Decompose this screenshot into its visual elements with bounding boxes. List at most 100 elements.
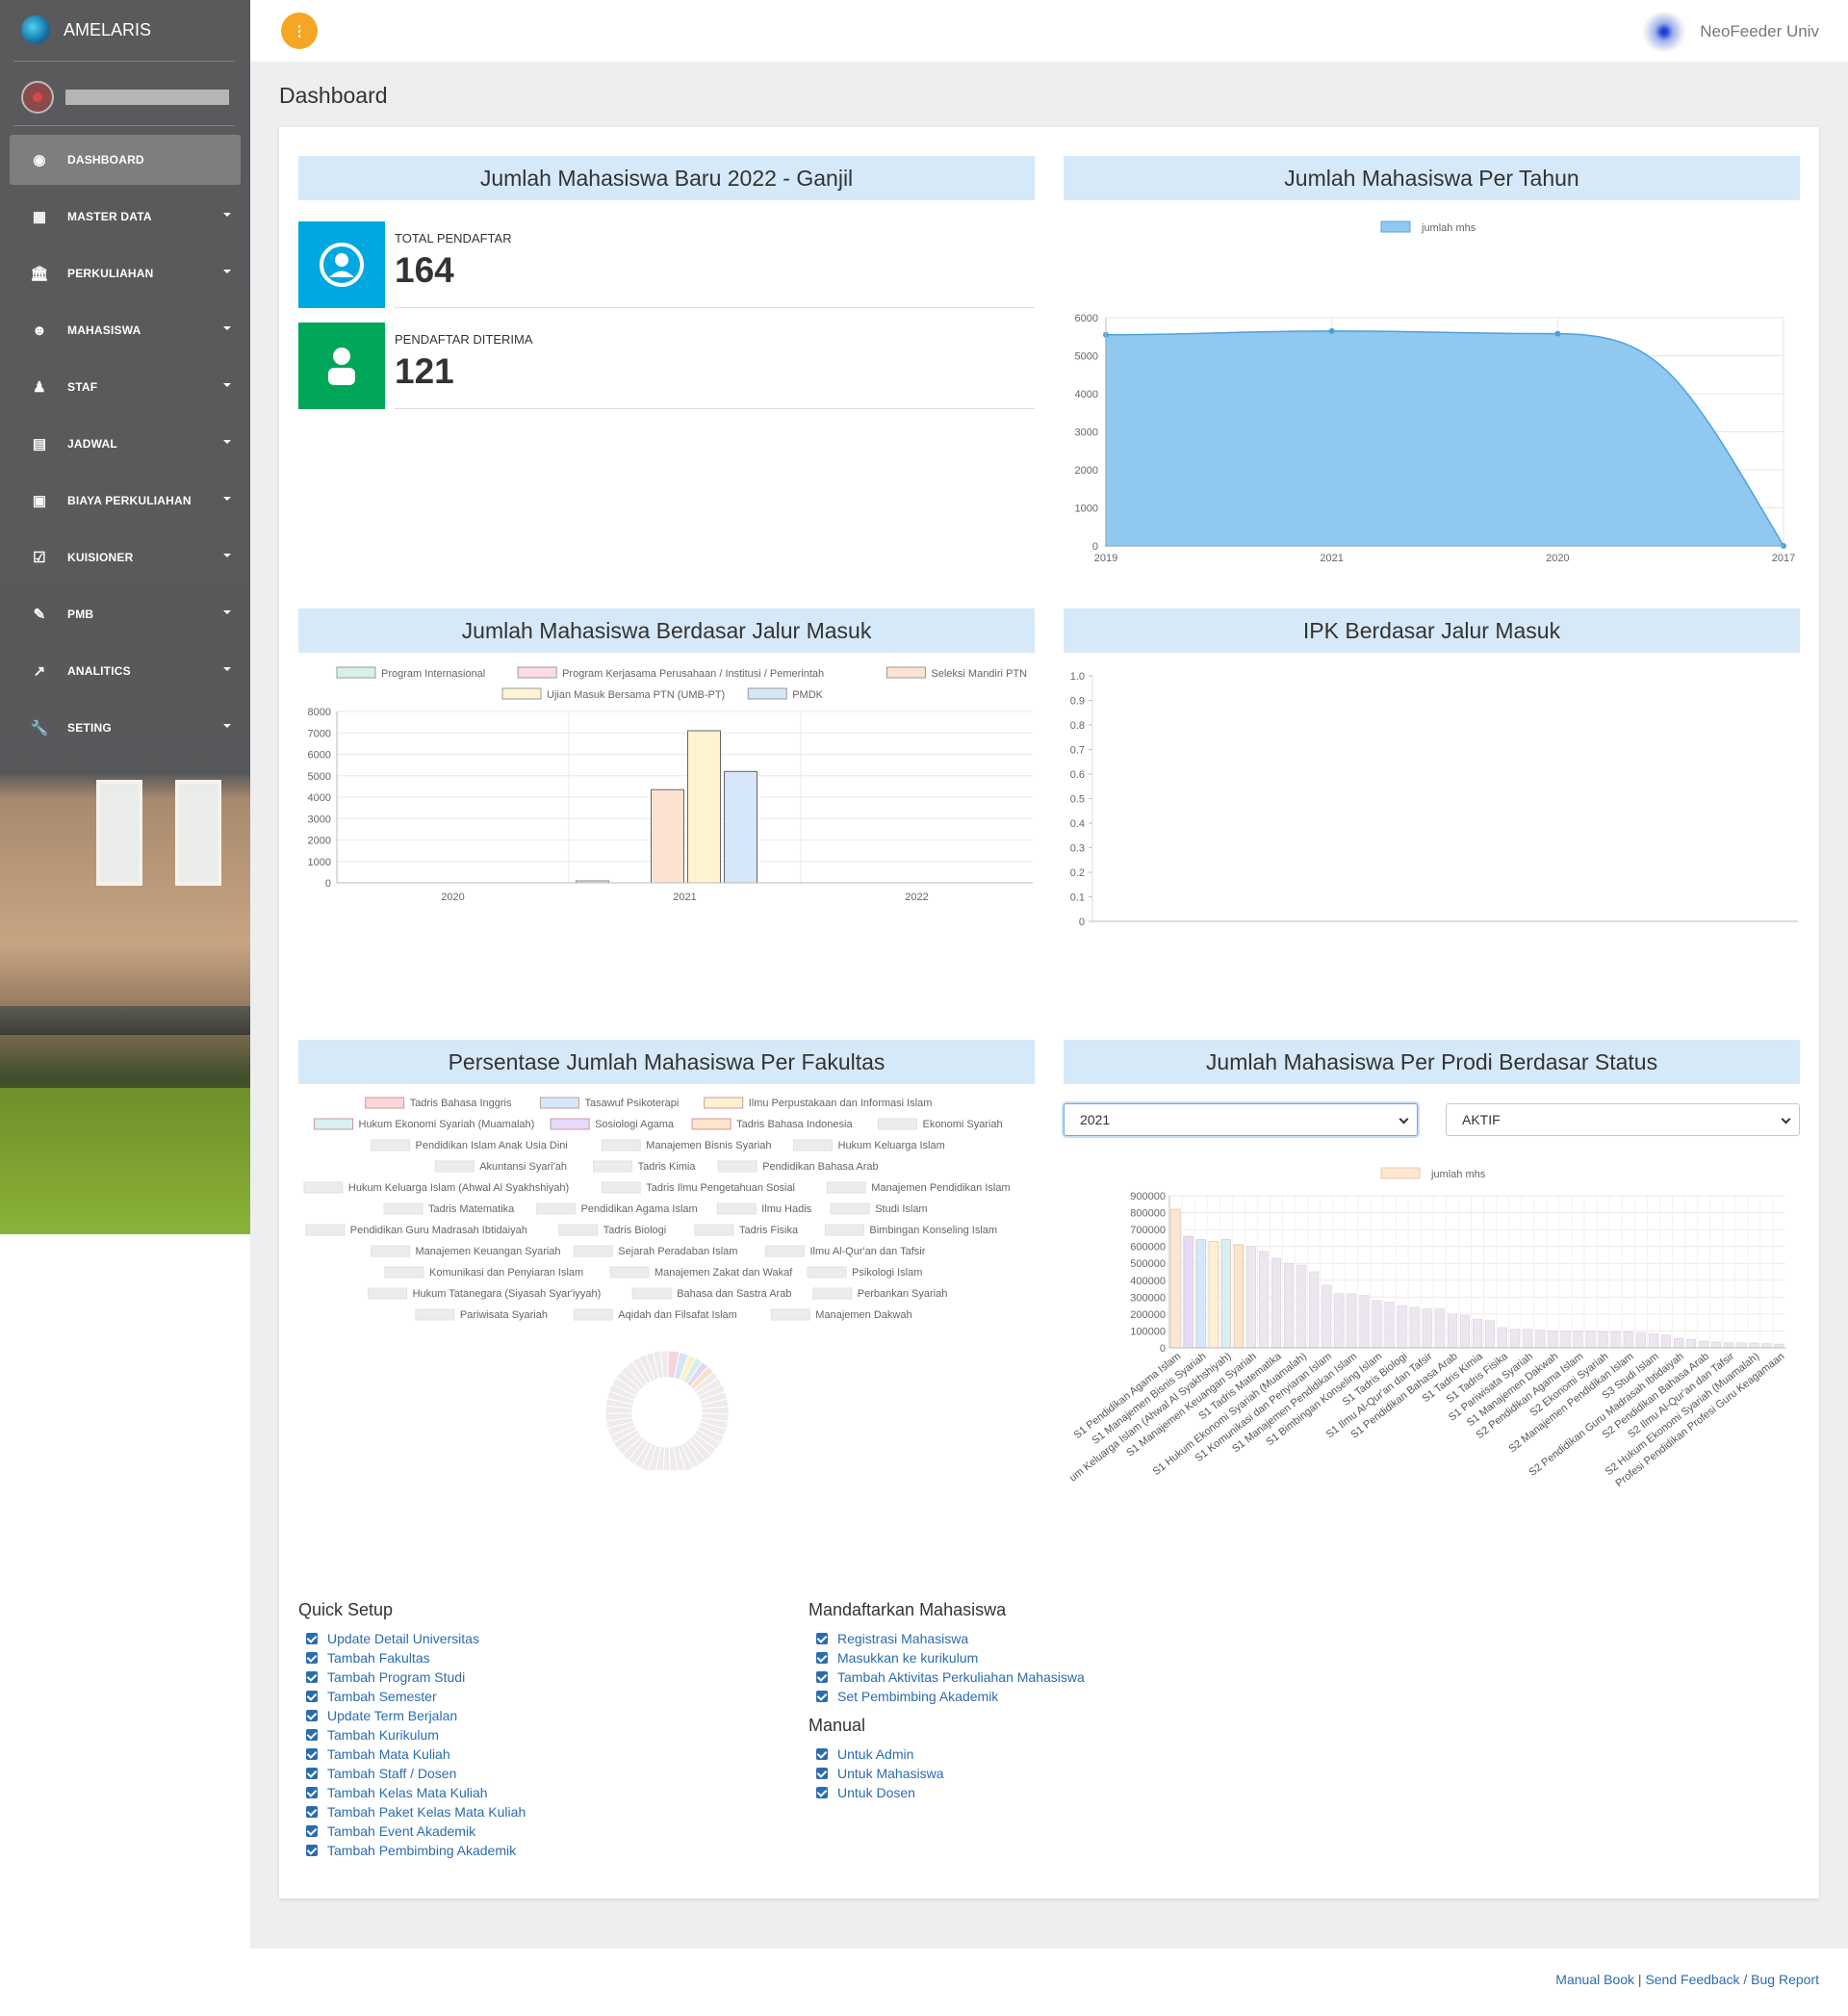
manual-book-link[interactable]: Manual Book [1555, 1972, 1634, 1987]
legend-label: Pendidikan Guru Madrasah Ibtidaiyah [350, 1225, 527, 1236]
quick_setup-link[interactable]: Tambah Staff / Dosen [306, 1764, 526, 1783]
legend-swatch [415, 1308, 455, 1321]
sidebar-item-perkuliahan[interactable]: 🏛 PERKULIAHAN [10, 248, 241, 298]
sidebar-item-analitics[interactable]: ↗ ANALITICS [10, 646, 241, 696]
photo-bench [0, 1006, 250, 1035]
bar [1220, 1239, 1231, 1349]
quick_setup-link[interactable]: Update Detail Universitas [306, 1629, 526, 1648]
y-tick-label: 3000 [1075, 427, 1098, 439]
legend-swatch [314, 1118, 353, 1130]
y-tick-label: 2000 [1075, 465, 1098, 477]
y-tick-label: 400000 [1130, 1276, 1166, 1287]
panel-title-new-students: Jumlah Mahasiswa Baru 2022 - Ganjil [298, 156, 1035, 200]
sidebar-item-biaya-perkuliahan[interactable]: ▣ BIAYA PERKULIAHAN [10, 476, 241, 526]
legend-swatch [558, 1224, 599, 1236]
sidebar-item-seting[interactable]: 🔧 SETING [10, 703, 241, 753]
y-tick-label: 0.3 [1070, 843, 1085, 855]
legend-swatch [830, 1202, 870, 1215]
legend-label: Manajemen Zakat dan Wakaf [654, 1267, 793, 1279]
legend-label: Ujian Masuk Bersama PTN (UMB-PT) [547, 689, 725, 701]
y-tick-label: 0.6 [1070, 769, 1085, 781]
sidebar-item-dashboard[interactable]: ◉ DASHBOARD [10, 135, 241, 185]
quick_setup-link[interactable]: Tambah Fakultas [306, 1648, 526, 1667]
chart-ipk: 0 0.1 0.2 0.3 0.4 0.5 0.6 0.7 0.8 0.9 1.0 [1070, 671, 1798, 928]
y-tick-label: 0.7 [1070, 745, 1085, 757]
quick_setup-link[interactable]: Tambah Kurikulum [306, 1725, 526, 1745]
manual-link[interactable]: Untuk Dosen [816, 1783, 944, 1802]
sidebar-item-label: MAHASISWA [67, 323, 141, 337]
send-feedback-link[interactable]: Send Feedback / Bug Report [1645, 1972, 1819, 1987]
quick_setup-link[interactable]: Tambah Kelas Mata Kuliah [306, 1783, 526, 1802]
legend-swatch [371, 1139, 410, 1151]
quick-setup-title: Quick Setup [298, 1600, 394, 1619]
legend-label: Perbankan Syariah [858, 1288, 948, 1300]
user-panel[interactable] [21, 81, 229, 114]
manual-link[interactable]: Untuk Admin [816, 1745, 944, 1764]
quick_setup-link-label: Tambah Event Akademik [327, 1823, 476, 1839]
panel-title-fakultas: Persentase Jumlah Mahasiswa Per Fakultas [298, 1040, 1035, 1084]
legend-swatch [1380, 220, 1411, 233]
quick_setup-link[interactable]: Update Term Berjalan [306, 1706, 526, 1725]
sidebar-item-mahasiswa[interactable]: ☻ MAHASISWA [10, 305, 241, 355]
sidebar-item-master-data[interactable]: ▦ MASTER DATA [10, 192, 241, 242]
bar [1459, 1315, 1470, 1349]
manual-link[interactable]: Untuk Mahasiswa [816, 1764, 944, 1783]
year-select[interactable]: 2021 [1064, 1103, 1418, 1136]
panel-title-ipk: IPK Berdasar Jalur Masuk [1064, 608, 1800, 653]
legend-label: Pendidikan Agama Islam [581, 1203, 698, 1215]
sidebar-item-staf[interactable]: ♟ STAF [10, 362, 241, 412]
partner-brand[interactable]: NeoFeeder Univ [1642, 12, 1819, 52]
check-square-icon [306, 1845, 318, 1856]
sidebar-item-kuisioner[interactable]: ☑ KUISIONER [10, 532, 241, 582]
partner-name: NeoFeeder Univ [1700, 22, 1819, 40]
chevron-down-icon [1781, 1114, 1791, 1124]
legend-label: Manajemen Pendidikan Islam [871, 1182, 1010, 1194]
legend-label: Sosiologi Agama [595, 1119, 675, 1130]
photo-window [175, 780, 221, 886]
check-square-icon [816, 1768, 828, 1779]
check-square-icon [306, 1691, 318, 1702]
y-tick-label: 0.4 [1070, 818, 1085, 830]
y-tick-label: 8000 [308, 707, 331, 718]
stat-label: TOTAL PENDAFTAR [395, 231, 512, 246]
y-tick-label: 1.0 [1070, 671, 1085, 683]
quick_setup-link[interactable]: Tambah Paket Kelas Mata Kuliah [306, 1802, 526, 1822]
institution-icon: 🏛 [30, 266, 49, 282]
check-square-icon [306, 1671, 318, 1683]
more-menu-button[interactable]: ⋮ [281, 13, 318, 49]
register-link[interactable]: Tambah Aktivitas Perkuliahan Mahasiswa [816, 1667, 1085, 1687]
legend-label: Tadris Bahasa Indonesia [736, 1119, 853, 1130]
register-link[interactable]: Registrasi Mahasiswa [816, 1629, 1085, 1648]
register-link[interactable]: Set Pembimbing Akademik [816, 1687, 1085, 1706]
status-select[interactable]: AKTIF [1446, 1103, 1800, 1136]
register-link[interactable]: Masukkan ke kurikulum [816, 1648, 1085, 1667]
manual-link-label: Untuk Admin [837, 1746, 914, 1762]
quick_setup-link[interactable]: Tambah Pembimbing Akademik [306, 1841, 526, 1860]
sidebar-item-pmb[interactable]: ✎ PMB [10, 589, 241, 639]
legend-swatch [601, 1181, 641, 1194]
x-tick-label: 2020 [1546, 553, 1569, 564]
brand[interactable]: AMELARIS [21, 15, 151, 44]
legend-label: Manajemen Keuangan Syariah [416, 1246, 561, 1257]
quick_setup-link-label: Update Term Berjalan [327, 1708, 458, 1723]
stat-value: 164 [395, 250, 454, 290]
legend-swatch [573, 1308, 613, 1321]
sidebar-item-jadwal[interactable]: ▤ JADWAL [10, 419, 241, 469]
register-link-label: Registrasi Mahasiswa [837, 1631, 969, 1646]
quick_setup-link[interactable]: Tambah Semester [306, 1687, 526, 1706]
bar [1498, 1327, 1508, 1349]
legend-label: Ilmu Al-Qur'an dan Tafsir [810, 1246, 926, 1257]
register-link-label: Tambah Aktivitas Perkuliahan Mahasiswa [837, 1669, 1085, 1685]
quick_setup-link[interactable]: Tambah Event Akademik [306, 1822, 526, 1841]
legend-label: Hukum Keluarga Islam [838, 1140, 945, 1151]
y-tick-label: 6000 [1075, 313, 1098, 324]
bar [1397, 1305, 1407, 1349]
legend-swatch [550, 1118, 590, 1130]
quick_setup-link[interactable]: Tambah Program Studi [306, 1667, 526, 1687]
legend-swatch [384, 1266, 424, 1279]
bar [1245, 1246, 1256, 1349]
bar [1296, 1264, 1307, 1349]
manual-link-label: Untuk Dosen [837, 1785, 915, 1800]
quick_setup-link[interactable]: Tambah Mata Kuliah [306, 1745, 526, 1764]
data-point [1328, 327, 1335, 334]
